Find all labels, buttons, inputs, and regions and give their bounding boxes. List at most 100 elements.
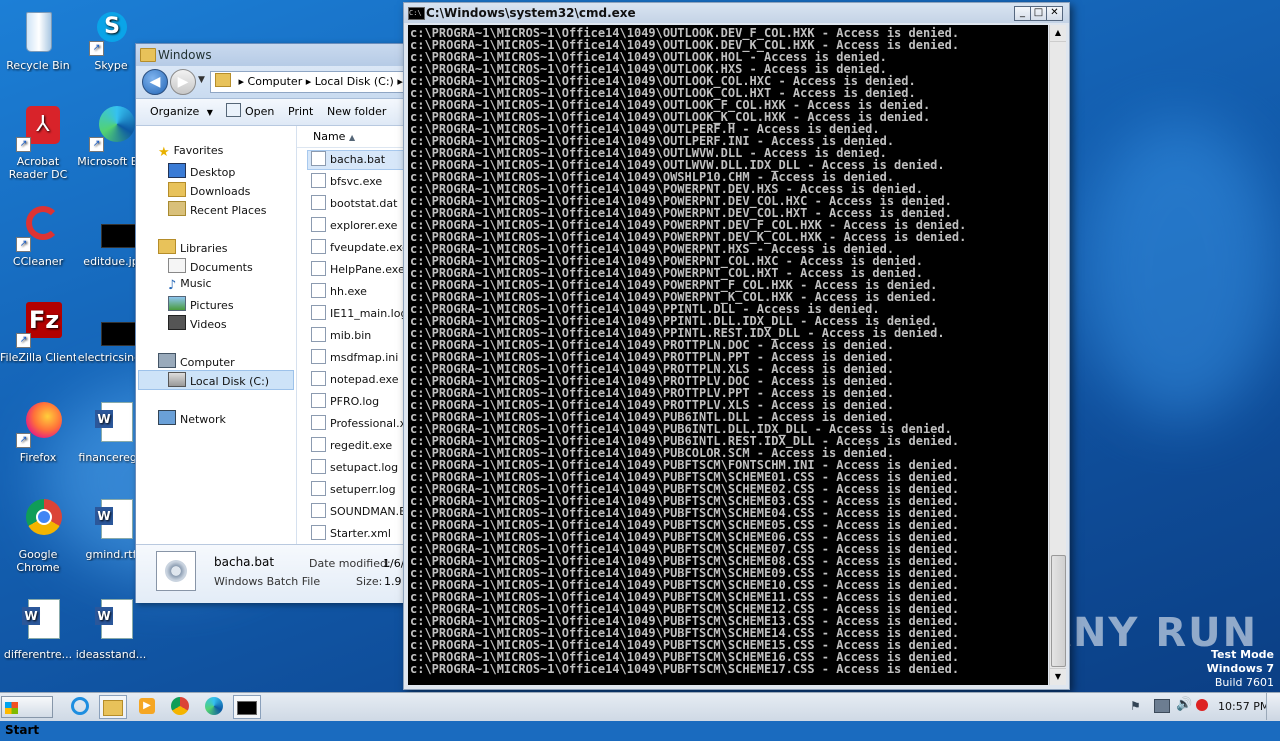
open-button[interactable]: Open: [226, 99, 274, 125]
action-center-flag-icon[interactable]: ⚑: [1130, 699, 1141, 713]
taskbar-explorer-icon[interactable]: [99, 695, 127, 719]
recent-places-icon: [168, 201, 186, 216]
file-row[interactable]: bfsvc.exe: [311, 172, 382, 192]
file-row[interactable]: explorer.exe: [311, 216, 397, 236]
desktop-icon-differentre[interactable]: W differentre...: [0, 597, 76, 661]
desktop-icon-filezilla[interactable]: Fz ↗ FileZilla Client: [0, 300, 76, 364]
cmd-window[interactable]: C:\ C:\Windows\system32\cmd.exe _ □ ✕ c:…: [403, 2, 1070, 690]
nav-music[interactable]: ♪ Music: [168, 277, 212, 293]
cmd-titlebar[interactable]: C:\ C:\Windows\system32\cmd.exe _ □ ✕: [404, 3, 1069, 23]
show-desktop-button[interactable]: [1266, 693, 1280, 720]
details-date-value: 1/6/: [383, 557, 405, 570]
volume-tray-icon[interactable]: 🔊: [1176, 697, 1192, 712]
file-row[interactable]: HelpPane.exe: [311, 260, 405, 280]
taskbar-ie-icon[interactable]: [66, 695, 94, 719]
cmd-scrollbar[interactable]: ▲ ▼: [1049, 25, 1066, 685]
recycle-bin-icon: [14, 8, 62, 56]
scroll-down-arrow-icon[interactable]: ▼: [1050, 668, 1066, 685]
taskbar-cmd-icon[interactable]: [233, 695, 261, 719]
nav-desktop[interactable]: Desktop: [168, 163, 235, 179]
desktop-icon-ccleaner[interactable]: ↗ CCleaner: [0, 204, 76, 268]
file-row[interactable]: regedit.exe: [311, 436, 392, 456]
nav-favorites-label: Favorites: [173, 144, 224, 157]
network-tray-icon[interactable]: [1154, 699, 1170, 713]
explorer-toolbar: Organize ▼ Open Print New folder: [136, 99, 406, 126]
desktop-icon-firefox[interactable]: ↗ Firefox: [0, 400, 76, 464]
start-label: Start: [5, 723, 40, 737]
back-button[interactable]: ◀: [142, 69, 168, 95]
ccleaner-icon: ↗: [14, 204, 62, 252]
file-row[interactable]: bacha.bat: [311, 150, 385, 170]
explorer-titlebar[interactable]: Windows: [136, 44, 406, 66]
word-document-icon: W: [87, 597, 135, 645]
start-button[interactable]: Start: [1, 696, 53, 737]
libraries-icon: [158, 239, 176, 254]
breadcrumb-item-computer[interactable]: Computer: [248, 75, 303, 88]
file-icon: [311, 305, 326, 320]
nav-network[interactable]: Network: [158, 410, 226, 426]
nav-local-disk[interactable]: Local Disk (C:): [168, 372, 269, 388]
nav-favorites[interactable]: ★ Favorites: [158, 144, 224, 160]
file-row[interactable]: PFRO.log: [311, 392, 379, 412]
nav-network-label: Network: [180, 413, 226, 426]
minimize-button[interactable]: _: [1014, 6, 1031, 21]
new-folder-button[interactable]: New folder: [327, 99, 386, 125]
file-row[interactable]: SOUNDMAN.E: [311, 502, 406, 522]
file-row[interactable]: setuperr.log: [311, 480, 396, 500]
file-row[interactable]: mib.bin: [311, 326, 371, 346]
column-header-name[interactable]: Name ▲: [297, 126, 406, 148]
desktop-icon-acrobat[interactable]: ⅄ ↗ Acrobat Reader DC: [0, 104, 76, 181]
file-icon: [311, 415, 326, 430]
file-icon: [311, 371, 326, 386]
file-row[interactable]: notepad.exe: [311, 370, 399, 390]
nav-videos-label: Videos: [190, 318, 227, 331]
file-name: HelpPane.exe: [330, 263, 405, 276]
nav-pictures-label: Pictures: [190, 299, 234, 312]
cmd-output: c:\PROGRA~1\MICROS~1\Office14\1049\OUTLO…: [408, 25, 1048, 675]
recent-pages-chevron-icon[interactable]: ▼: [198, 75, 205, 85]
file-row[interactable]: setupact.log: [311, 458, 398, 478]
file-row[interactable]: bootstat.dat: [311, 194, 397, 214]
file-row[interactable]: hh.exe: [311, 282, 367, 302]
cmd-console[interactable]: c:\PROGRA~1\MICROS~1\Office14\1049\OUTLO…: [408, 25, 1048, 685]
nav-pictures[interactable]: Pictures: [168, 296, 234, 312]
scroll-thumb[interactable]: [1051, 555, 1066, 667]
file-row[interactable]: IE11_main.log: [311, 304, 406, 324]
taskbar-edge-icon[interactable]: [200, 695, 228, 719]
forward-button[interactable]: ▶: [170, 69, 196, 95]
stop-tray-icon[interactable]: [1196, 699, 1208, 711]
file-icon: [311, 327, 326, 342]
desktop-icon-ideasstand[interactable]: W ideasstand...: [73, 597, 149, 661]
cmd-app-icon: C:\: [408, 7, 425, 20]
taskbar-chrome-icon[interactable]: [166, 695, 194, 719]
chevron-down-icon: ▼: [206, 108, 213, 117]
organize-button[interactable]: Organize ▼: [150, 99, 213, 126]
breadcrumb[interactable]: ▸ Computer ▸ Local Disk (C:) ▸ W: [210, 71, 412, 93]
scroll-up-arrow-icon[interactable]: ▲: [1050, 25, 1066, 42]
desktop-icon-recycle-bin[interactable]: Recycle Bin: [0, 8, 76, 72]
print-button[interactable]: Print: [288, 99, 313, 125]
file-name: msdfmap.ini: [330, 351, 399, 364]
taskbar-clock[interactable]: 10:57 PM: [1218, 700, 1269, 713]
file-name: Professional.x: [330, 417, 406, 430]
file-row[interactable]: fveupdate.exe: [311, 238, 406, 258]
close-button[interactable]: ✕: [1046, 6, 1063, 21]
explorer-window[interactable]: Windows ◀ ▶ ▼ ▸ Computer ▸ Local Disk (C…: [135, 43, 412, 603]
file-row[interactable]: Professional.x: [311, 414, 406, 434]
nav-downloads[interactable]: Downloads: [168, 182, 250, 198]
file-row[interactable]: Starter.xml: [311, 524, 391, 544]
file-row[interactable]: msdfmap.ini: [311, 348, 398, 368]
chrome-icon: [14, 497, 62, 545]
nav-libraries[interactable]: Libraries: [158, 239, 228, 255]
taskbar-media-player-icon[interactable]: ▶: [133, 695, 161, 719]
nav-computer[interactable]: Computer: [158, 353, 235, 369]
nav-recent-places[interactable]: Recent Places: [168, 201, 267, 217]
nav-videos[interactable]: Videos: [168, 315, 227, 331]
breadcrumb-item-local-disk[interactable]: Local Disk (C:): [315, 75, 394, 88]
maximize-button[interactable]: □: [1030, 6, 1047, 21]
explorer-address-bar: ◀ ▶ ▼ ▸ Computer ▸ Local Disk (C:) ▸ W: [136, 66, 412, 99]
file-name: setuperr.log: [330, 483, 396, 496]
desktop-icon-chrome[interactable]: Google Chrome: [0, 497, 76, 574]
word-document-icon: W: [14, 597, 62, 645]
nav-documents[interactable]: Documents: [168, 258, 253, 274]
